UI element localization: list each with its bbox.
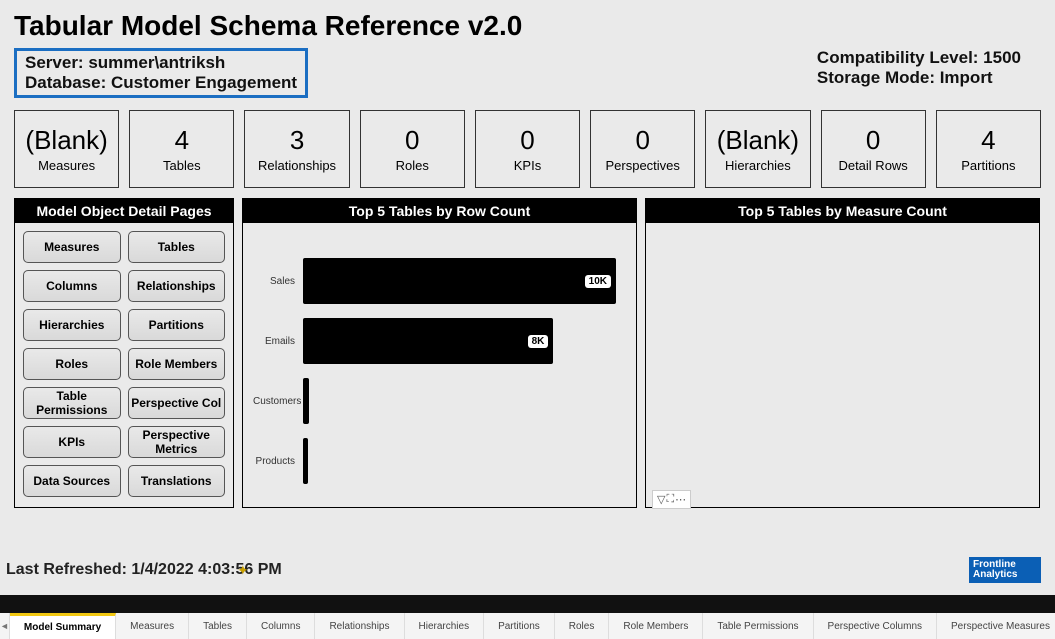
bar-row[interactable]: Products	[253, 431, 616, 491]
card-label: Partitions	[961, 158, 1015, 173]
tab-nav-left[interactable]: ◄	[0, 613, 10, 639]
nav-button-relationships[interactable]: Relationships	[128, 270, 226, 302]
page-title: Tabular Model Schema Reference v2.0	[14, 10, 1041, 42]
focus-icon[interactable]: ⛶	[666, 493, 674, 506]
bar-label: Sales	[253, 276, 303, 287]
card-value: 0	[405, 125, 419, 156]
logo-line2: Analytics	[973, 570, 1017, 580]
tab-role-members[interactable]: Role Members	[609, 613, 703, 639]
panel-top-tables-rows[interactable]: Top 5 Tables by Row Count Sales 10K Emails…	[242, 198, 637, 508]
tab-columns[interactable]: Columns	[247, 613, 315, 639]
card-label: Measures	[38, 158, 95, 173]
card-value: 0	[866, 125, 880, 156]
tab-tables[interactable]: Tables	[189, 613, 247, 639]
nav-button-measures[interactable]: Measures	[23, 231, 121, 263]
tab-model-summary[interactable]: Model Summary	[10, 613, 116, 639]
panel-top-tables-measures[interactable]: Top 5 Tables by Measure Count ▽ ⛶ ⋯	[645, 198, 1040, 508]
nav-button-roles[interactable]: Roles	[23, 348, 121, 380]
connection-box: Server: summer\antriksh Database: Custom…	[14, 48, 308, 98]
nav-button-columns[interactable]: Columns	[23, 270, 121, 302]
visual-controls[interactable]: ▽ ⛶ ⋯	[652, 490, 691, 509]
card-label: KPIs	[514, 158, 541, 173]
panel-detail-pages: Model Object Detail Pages MeasuresTables…	[14, 198, 234, 508]
card-partitions[interactable]: 4 Partitions	[936, 110, 1041, 188]
card-value: 4	[981, 125, 995, 156]
card-label: Perspectives	[605, 158, 679, 173]
card-measures[interactable]: (Blank) Measures	[14, 110, 119, 188]
filter-icon[interactable]: ▽	[657, 493, 665, 506]
card-label: Tables	[163, 158, 201, 173]
panel-title: Model Object Detail Pages	[15, 199, 233, 223]
brand-logo: Frontline Analytics	[969, 557, 1041, 583]
bar-row[interactable]: Customers	[253, 371, 616, 431]
compat-level: Compatibility Level: 1500	[817, 48, 1021, 68]
cursor-icon: ✦	[237, 562, 249, 579]
bar-label: Emails	[253, 336, 303, 347]
card-label: Detail Rows	[838, 158, 907, 173]
model-meta: Compatibility Level: 1500 Storage Mode: …	[817, 48, 1041, 98]
bar-fill: 10K	[303, 258, 616, 304]
bar-row[interactable]: Emails 8K	[253, 311, 616, 371]
card-value: 0	[635, 125, 649, 156]
nav-button-tables[interactable]: Tables	[128, 231, 226, 263]
nav-button-partitions[interactable]: Partitions	[128, 309, 226, 341]
tab-roles[interactable]: Roles	[555, 613, 610, 639]
panel-title: Top 5 Tables by Measure Count	[646, 199, 1039, 223]
panel-title: Top 5 Tables by Row Count	[243, 199, 636, 223]
nav-button-translations[interactable]: Translations	[128, 465, 226, 497]
tab-hierarchies[interactable]: Hierarchies	[405, 613, 485, 639]
bar-label: Products	[253, 456, 303, 467]
tab-partitions[interactable]: Partitions	[484, 613, 555, 639]
report-tabs: ◄ Model SummaryMeasuresTablesColumnsRela…	[0, 613, 1055, 639]
server-label: Server: summer\antriksh	[25, 53, 297, 73]
card-hierarchies[interactable]: (Blank) Hierarchies	[705, 110, 810, 188]
bar-value: 8K	[528, 335, 549, 348]
nav-button-perspective-metrics[interactable]: Perspective Metrics	[128, 426, 226, 458]
nav-button-table-permissions[interactable]: Table Permissions	[23, 387, 121, 419]
card-label: Roles	[396, 158, 429, 173]
card-value: (Blank)	[25, 125, 107, 156]
more-icon[interactable]: ⋯	[675, 493, 686, 506]
card-label: Hierarchies	[725, 158, 791, 173]
nav-button-data-sources[interactable]: Data Sources	[23, 465, 121, 497]
tab-measures[interactable]: Measures	[116, 613, 189, 639]
bar-fill	[303, 378, 309, 424]
bar-row[interactable]: Sales 10K	[253, 251, 616, 311]
card-value: (Blank)	[717, 125, 799, 156]
card-value: 4	[175, 125, 189, 156]
nav-button-hierarchies[interactable]: Hierarchies	[23, 309, 121, 341]
tab-perspective-measures[interactable]: Perspective Measures	[937, 613, 1055, 639]
nav-button-kpis[interactable]: KPIs	[23, 426, 121, 458]
bar-fill: 8K	[303, 318, 553, 364]
nav-button-perspective-col[interactable]: Perspective Col	[128, 387, 226, 419]
summary-cards: (Blank) Measures 4 Tables 3 Relationships 0 Rol…	[14, 110, 1041, 188]
card-perspectives[interactable]: 0 Perspectives	[590, 110, 695, 188]
card-tables[interactable]: 4 Tables	[129, 110, 234, 188]
card-kpis[interactable]: 0 KPIs	[475, 110, 580, 188]
tab-perspective-columns[interactable]: Perspective Columns	[814, 613, 937, 639]
card-detail-rows[interactable]: 0 Detail Rows	[821, 110, 926, 188]
card-label: Relationships	[258, 158, 336, 173]
bar-label: Customers	[253, 396, 303, 407]
nav-button-role-members[interactable]: Role Members	[128, 348, 226, 380]
bar-fill	[303, 438, 308, 484]
card-roles[interactable]: 0 Roles	[360, 110, 465, 188]
card-value: 3	[290, 125, 304, 156]
card-relationships[interactable]: 3 Relationships	[244, 110, 349, 188]
tab-relationships[interactable]: Relationships	[315, 613, 404, 639]
tab-table-permissions[interactable]: Table Permissions	[703, 613, 813, 639]
bar-value: 10K	[585, 275, 611, 288]
database-label: Database: Customer Engagement	[25, 73, 297, 93]
card-value: 0	[520, 125, 534, 156]
storage-mode: Storage Mode: Import	[817, 68, 1021, 88]
